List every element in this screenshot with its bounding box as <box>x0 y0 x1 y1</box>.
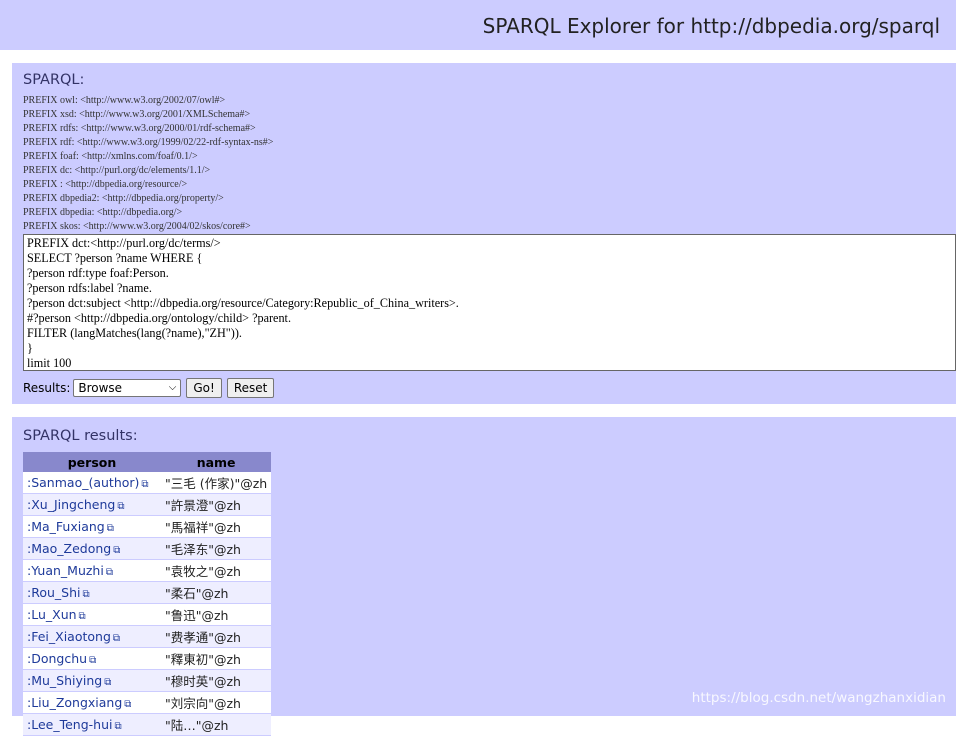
table-row: :Ma_Fuxiang ⧉ "馬福祥"@zh <box>23 515 272 538</box>
table-row: :Rou_Shi ⧉ "柔石"@zh <box>23 581 272 604</box>
person-link[interactable]: :Rou_Shi ⧉ <box>23 581 161 604</box>
person-link[interactable]: :Dongchu ⧉ <box>23 647 161 670</box>
prefix-line: PREFIX owl: <http://www.w3.org/2002/07/o… <box>23 95 226 106</box>
person-link[interactable]: :Liu_Zongxiang ⧉ <box>23 691 161 714</box>
header-bar: SPARQL Explorer for http://dbpedia.org/s… <box>0 0 956 50</box>
table-row: :Lee_Teng-hui ⧉ "陆…"@zh <box>23 713 272 736</box>
query-line: limit 100 <box>27 356 72 370</box>
sparql-heading: SPARQL: <box>23 72 85 88</box>
prefix-line: PREFIX dc: <http://purl.org/dc/elements/… <box>23 165 211 176</box>
name-cell: "费孝通"@zh <box>161 625 272 648</box>
external-link-icon[interactable]: ⧉ <box>113 545 120 556</box>
watermark: https://blog.csdn.net/wangzhanxidian <box>691 690 946 706</box>
table-row: :Xu_Jingcheng ⧉ "許景澄"@zh <box>23 493 272 516</box>
name-cell: "毛泽东"@zh <box>161 537 272 560</box>
table-row: :Yuan_Muzhi ⧉ "袁牧之"@zh <box>23 559 272 582</box>
query-line: FILTER (langMatches(lang(?name),"ZH")). <box>27 326 242 340</box>
person-link[interactable]: :Lee_Teng-hui ⧉ <box>23 713 161 736</box>
external-link-icon[interactable]: ⧉ <box>79 611 86 622</box>
prefix-line: PREFIX dbpedia: <http://dbpedia.org/> <box>23 207 183 218</box>
name-cell: "鲁迅"@zh <box>161 603 272 626</box>
table-row: :Dongchu ⧉ "釋東初"@zh <box>23 647 272 670</box>
person-link[interactable]: :Xu_Jingcheng ⧉ <box>23 493 161 516</box>
results-heading: SPARQL results: <box>23 428 138 444</box>
external-link-icon[interactable]: ⧉ <box>104 677 111 688</box>
column-header-person: person <box>23 452 161 472</box>
prefix-line: PREFIX skos: <http://www.w3.org/2004/02/… <box>23 221 251 232</box>
chevron-down-icon: ⌵ <box>168 382 177 393</box>
person-link[interactable]: :Lu_Xun ⧉ <box>23 603 161 626</box>
query-panel: SPARQL: PREFIX owl: <http://www.w3.org/2… <box>12 63 956 404</box>
prefix-line: PREFIX dbpedia2: <http://dbpedia.org/pro… <box>23 193 224 204</box>
prefix-line: PREFIX : <http://dbpedia.org/resource/> <box>23 179 188 190</box>
query-line: ?person rdf:type foaf:Person. <box>27 266 169 280</box>
name-cell: "馬福祥"@zh <box>161 515 272 538</box>
name-cell: "柔石"@zh <box>161 581 272 604</box>
query-line: ?person rdfs:label ?name. <box>27 281 152 295</box>
prefix-line: PREFIX xsd: <http://www.w3.org/2001/XMLS… <box>23 109 251 120</box>
query-controls: Results: Browse ⌵ Go! Reset <box>23 377 275 399</box>
table-row: :Mu_Shiying ⧉ "穆时英"@zh <box>23 669 272 692</box>
name-cell: "許景澄"@zh <box>161 493 272 516</box>
external-link-icon[interactable]: ⧉ <box>117 501 124 512</box>
reset-button[interactable]: Reset <box>226 378 275 398</box>
name-cell: "釋東初"@zh <box>161 647 272 670</box>
name-cell: "穆时英"@zh <box>161 669 272 692</box>
person-link[interactable]: :Ma_Fuxiang ⧉ <box>23 515 161 538</box>
person-link[interactable]: :Mao_Zedong ⧉ <box>23 537 161 560</box>
person-link[interactable]: :Mu_Shiying ⧉ <box>23 669 161 692</box>
person-link[interactable]: :Sanmao_(author) ⧉ <box>23 472 161 494</box>
external-link-icon[interactable]: ⧉ <box>107 523 114 534</box>
person-link[interactable]: :Yuan_Muzhi ⧉ <box>23 559 161 582</box>
external-link-icon[interactable]: ⧉ <box>106 567 113 578</box>
results-table: person name :Sanmao_(author) ⧉ "三毛 (作家)"@z… <box>23 452 272 736</box>
prefix-line: PREFIX foaf: <http://xmlns.com/foaf/0.1/… <box>23 151 198 162</box>
prefix-line: PREFIX rdfs: <http://www.w3.org/2000/01/… <box>23 123 256 134</box>
results-label: Results: <box>23 381 71 395</box>
table-row: :Mao_Zedong ⧉ "毛泽东"@zh <box>23 537 272 560</box>
prefix-line: PREFIX rdf: <http://www.w3.org/1999/02/2… <box>23 137 274 148</box>
query-line: } <box>27 341 33 355</box>
external-link-icon[interactable]: ⧉ <box>114 721 121 732</box>
table-row: :Sanmao_(author) ⧉ "三毛 (作家)"@zh <box>23 472 272 494</box>
table-row: :Lu_Xun ⧉ "鲁迅"@zh <box>23 603 272 626</box>
name-cell: "刘宗向"@zh <box>161 691 272 714</box>
external-link-icon[interactable]: ⧉ <box>124 699 131 710</box>
external-link-icon[interactable]: ⧉ <box>113 633 120 644</box>
results-panel: SPARQL results: person name :Sanmao_(aut… <box>12 417 956 736</box>
name-cell: "三毛 (作家)"@zh <box>161 472 272 494</box>
external-link-icon[interactable]: ⧉ <box>89 655 96 666</box>
query-line: SELECT ?person ?name WHERE { <box>27 251 203 265</box>
external-link-icon[interactable]: ⧉ <box>141 479 148 490</box>
external-link-icon[interactable]: ⧉ <box>83 589 90 600</box>
query-line: PREFIX dct:<http://purl.org/dc/terms/> <box>27 236 221 250</box>
table-row: :Liu_Zongxiang ⧉ "刘宗向"@zh <box>23 691 272 714</box>
page-title: SPARQL Explorer for http://dbpedia.org/s… <box>482 14 940 38</box>
query-textarea[interactable]: PREFIX dct:<http://purl.org/dc/terms/> SE… <box>23 234 956 371</box>
name-cell: "袁牧之"@zh <box>161 559 272 582</box>
prefix-list: PREFIX owl: <http://www.w3.org/2002/07/o… <box>23 94 273 234</box>
person-link[interactable]: :Fei_Xiaotong ⧉ <box>23 625 161 648</box>
table-row: :Fei_Xiaotong ⧉ "费孝通"@zh <box>23 625 272 648</box>
column-header-name: name <box>161 452 272 472</box>
go-button[interactable]: Go! <box>186 378 222 398</box>
results-format-select[interactable]: Browse ⌵ <box>73 379 182 397</box>
name-cell: "陆…"@zh <box>161 713 272 736</box>
query-line: ?person dct:subject <http://dbpedia.org/… <box>27 296 459 310</box>
query-line: #?person <http://dbpedia.org/ontology/ch… <box>27 311 291 325</box>
